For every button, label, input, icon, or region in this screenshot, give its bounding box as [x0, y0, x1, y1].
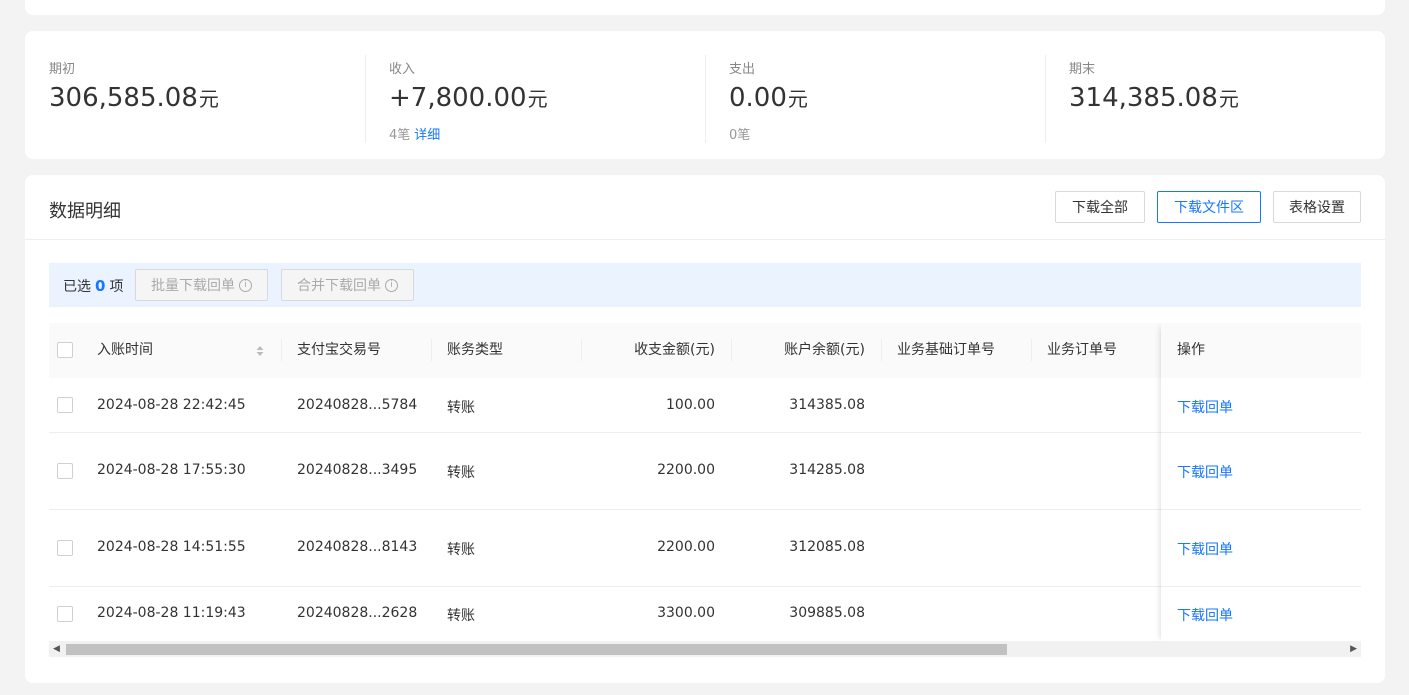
- cell-trade-no: 20240828...5784: [297, 397, 418, 413]
- download-receipt-link[interactable]: 下载回单: [1177, 462, 1233, 482]
- stat-value: 314,385.08元: [1069, 83, 1239, 113]
- cell-amount: 2200.00: [657, 539, 715, 555]
- column-header-action: 操作: [1177, 342, 1205, 358]
- info-icon: i: [385, 278, 398, 292]
- data-table: 入账时间 支付宝交易号 账务类型 收支金额(元) 账户余额(元) 业务基础订单号…: [49, 323, 1361, 659]
- scrollbar-thumb[interactable]: [66, 644, 1007, 655]
- column-separator: [431, 339, 432, 361]
- stat-label: 支出: [729, 62, 756, 77]
- cell-amount: 100.00: [666, 397, 715, 413]
- select-all-checkbox[interactable]: [57, 342, 73, 358]
- divider: [1045, 55, 1046, 143]
- divider: [705, 55, 706, 143]
- stat-label: 收入: [389, 62, 416, 77]
- scroll-right-icon[interactable]: ▶: [1350, 644, 1357, 655]
- cell-time: 2024-08-28 11:19:43: [97, 605, 246, 621]
- stat-value: 306,585.08元: [49, 83, 219, 113]
- info-icon: i: [239, 278, 252, 292]
- column-header-amount: 收支金额(元): [634, 342, 715, 358]
- selection-count: 0: [95, 277, 106, 295]
- download-receipt-link[interactable]: 下载回单: [1177, 539, 1233, 559]
- cell-balance: 314385.08: [789, 397, 865, 413]
- column-header-type: 账务类型: [447, 342, 503, 358]
- column-header-trade-no: 支付宝交易号: [297, 342, 381, 358]
- cell-amount: 2200.00: [657, 462, 715, 478]
- download-receipt-link[interactable]: 下载回单: [1177, 397, 1233, 417]
- cell-balance: 309885.08: [789, 605, 865, 621]
- cell-balance: 312085.08: [789, 539, 865, 555]
- summary-card: 期初 306,585.08元 收入 +7,800.00元 4笔 详细 支出 0.0…: [25, 31, 1385, 159]
- table-row: 2024-08-28 14:51:55 20240828...8143 转账 2…: [49, 510, 1361, 587]
- table-settings-button[interactable]: 表格设置: [1273, 191, 1361, 223]
- horizontal-scrollbar[interactable]: ◀ ▶: [49, 641, 1361, 657]
- column-separator: [881, 339, 882, 361]
- column-header-time[interactable]: 入账时间: [97, 323, 153, 378]
- cell-type: 转账: [447, 465, 475, 481]
- detail-card: 数据明细 下载全部 下载文件区 表格设置 已选 0 项 批量下载回单 i 合并下载回单…: [25, 175, 1385, 683]
- sort-icon[interactable]: [255, 343, 265, 359]
- stat-label: 期末: [1069, 62, 1096, 77]
- cell-time: 2024-08-28 14:51:55: [97, 539, 246, 555]
- top-card: [25, 0, 1385, 15]
- cell-trade-no: 20240828...3495: [297, 462, 418, 478]
- column-header-balance: 账户余额(元): [784, 342, 865, 358]
- table-row: 2024-08-28 17:55:30 20240828...3495 转账 2…: [49, 433, 1361, 510]
- column-header-order: 业务订单号: [1047, 342, 1117, 358]
- row-checkbox[interactable]: [57, 397, 73, 413]
- cell-trade-no: 20240828...2628: [297, 605, 418, 621]
- stat-sub: 0笔: [729, 128, 751, 143]
- download-files-button[interactable]: 下载文件区: [1157, 191, 1261, 223]
- scroll-left-icon[interactable]: ◀: [53, 644, 60, 655]
- download-receipt-link[interactable]: 下载回单: [1177, 605, 1233, 625]
- stat-value: 0.00元: [729, 83, 808, 113]
- row-checkbox[interactable]: [57, 540, 73, 556]
- cell-type: 转账: [447, 400, 475, 416]
- cell-time: 2024-08-28 22:42:45: [97, 397, 246, 413]
- download-all-button[interactable]: 下载全部: [1055, 191, 1145, 223]
- cell-type: 转账: [447, 542, 475, 558]
- selection-bar: 已选 0 项 批量下载回单 i 合并下载回单 i: [49, 263, 1361, 307]
- row-checkbox[interactable]: [57, 463, 73, 479]
- table-row: 2024-08-28 11:19:43 20240828...2628 转账 3…: [49, 587, 1361, 643]
- divider: [25, 239, 1385, 240]
- stat-sub: 4笔 详细: [389, 128, 441, 143]
- column-header-base-order: 业务基础订单号: [897, 342, 995, 358]
- stat-label: 期初: [49, 62, 76, 77]
- table-header: 入账时间 支付宝交易号 账务类型 收支金额(元) 账户余额(元) 业务基础订单号…: [49, 323, 1361, 378]
- section-title: 数据明细: [49, 201, 121, 222]
- column-separator: [281, 339, 282, 361]
- table-row: 2024-08-28 22:42:45 20240828...5784 转账 1…: [49, 378, 1361, 433]
- row-checkbox[interactable]: [57, 606, 73, 622]
- cell-type: 转账: [447, 608, 475, 624]
- stat-value: +7,800.00元: [389, 83, 548, 113]
- selection-count-text: 已选 0 项: [63, 277, 124, 295]
- cell-time: 2024-08-28 17:55:30: [97, 462, 246, 478]
- divider: [365, 55, 366, 143]
- cell-balance: 314285.08: [789, 462, 865, 478]
- cell-amount: 3300.00: [657, 605, 715, 621]
- batch-download-button[interactable]: 批量下载回单 i: [135, 269, 268, 301]
- cell-trade-no: 20240828...8143: [297, 539, 418, 555]
- merge-download-button[interactable]: 合并下载回单 i: [281, 269, 414, 301]
- detail-link[interactable]: 详细: [414, 128, 440, 143]
- column-separator: [1031, 339, 1032, 361]
